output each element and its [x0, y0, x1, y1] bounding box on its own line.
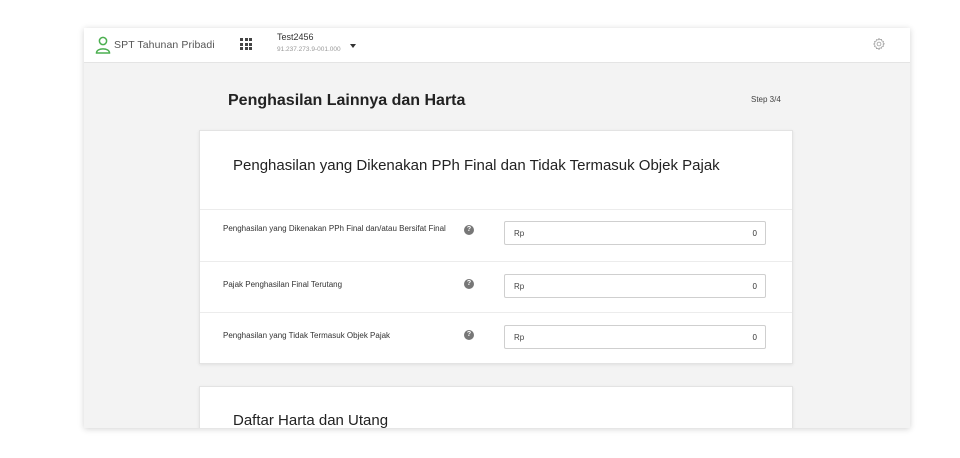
- help-icon[interactable]: ?: [464, 279, 474, 289]
- currency-label: Rp: [514, 282, 525, 291]
- final-income-card: Penghasilan yang Dikenakan PPh Final dan…: [199, 130, 793, 364]
- amount-value: 0: [752, 282, 757, 291]
- assets-liabilities-title: Daftar Harta dan Utang: [233, 412, 389, 428]
- app-title: SPT Tahunan Pribadi: [114, 39, 215, 51]
- top-bar: SPT Tahunan Pribadi Test2456 91.237.273.…: [84, 28, 910, 63]
- non-object-income-input[interactable]: Rp 0: [504, 325, 766, 349]
- step-indicator: Step 3/4: [751, 95, 781, 104]
- currency-label: Rp: [514, 333, 525, 342]
- account-npwp: 91.237.273.9-001.000: [277, 46, 341, 53]
- help-icon[interactable]: ?: [464, 225, 474, 235]
- final-income-label: Penghasilan yang Dikenakan PPh Final dan…: [223, 224, 446, 233]
- form-row-final-tax: Pajak Penghasilan Final Terutang ? Rp 0: [200, 261, 792, 313]
- assets-liabilities-card: Daftar Harta dan Utang: [199, 386, 793, 428]
- final-tax-label: Pajak Penghasilan Final Terutang: [223, 280, 343, 289]
- apps-grid-icon[interactable]: [240, 38, 252, 50]
- non-object-income-label: Penghasilan yang Tidak Termasuk Objek Pa…: [223, 331, 391, 340]
- final-income-input[interactable]: Rp 0: [504, 221, 766, 245]
- gear-icon[interactable]: [872, 37, 886, 51]
- form-row-non-object-income: Penghasilan yang Tidak Termasuk Objek Pa…: [200, 312, 792, 364]
- caret-down-icon[interactable]: [350, 44, 356, 48]
- user-icon: [95, 36, 111, 54]
- amount-value: 0: [752, 333, 757, 342]
- help-icon[interactable]: ?: [464, 330, 474, 340]
- currency-label: Rp: [514, 229, 525, 238]
- page-title: Penghasilan Lainnya dan Harta: [228, 92, 466, 109]
- final-income-title: Penghasilan yang Dikenakan PPh Final dan…: [233, 157, 720, 174]
- app-window: SPT Tahunan Pribadi Test2456 91.237.273.…: [84, 28, 910, 428]
- amount-value: 0: [752, 229, 757, 238]
- form-row-final-income: Penghasilan yang Dikenakan PPh Final dan…: [200, 209, 792, 262]
- account-name: Test2456: [277, 32, 314, 42]
- account-switcher[interactable]: Test2456 91.237.273.9-001.000: [277, 32, 341, 53]
- final-tax-input[interactable]: Rp 0: [504, 274, 766, 298]
